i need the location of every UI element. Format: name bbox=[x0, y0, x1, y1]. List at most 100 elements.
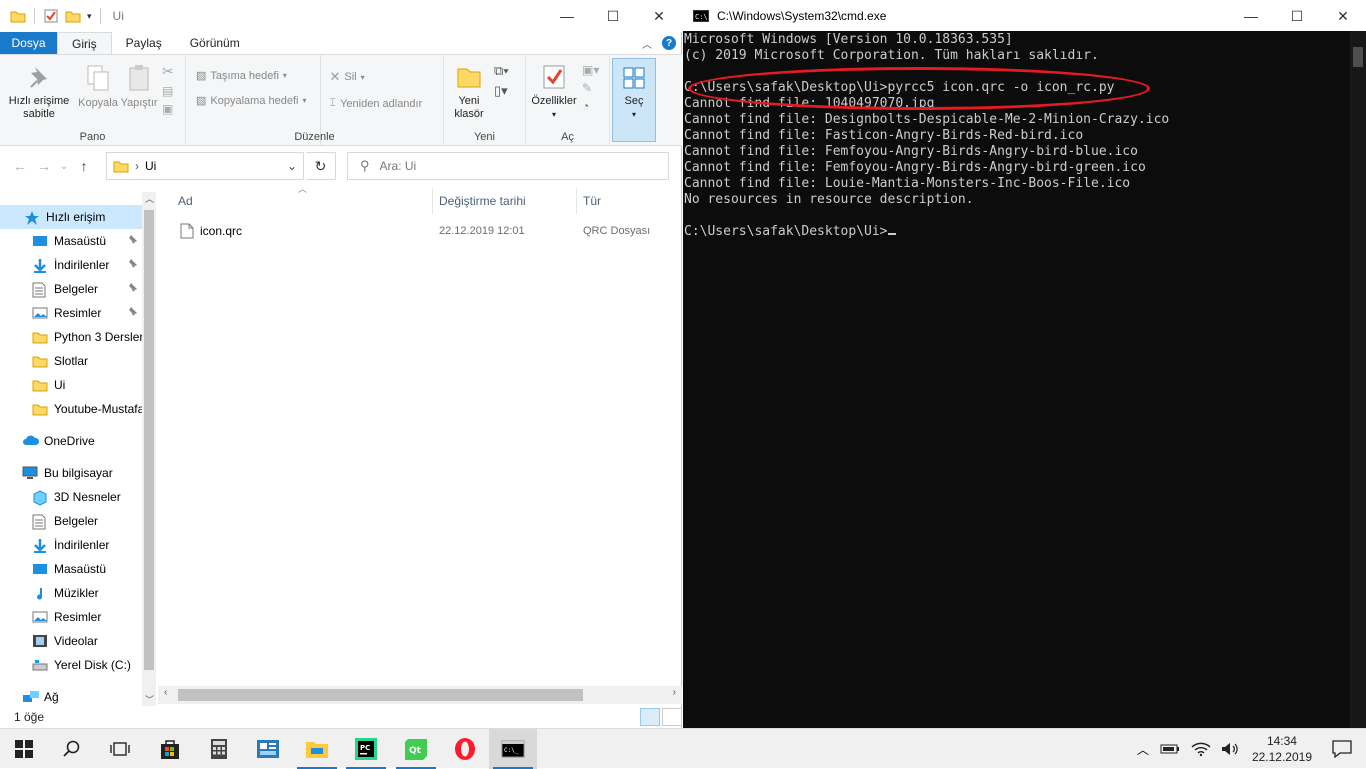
sidebar-item-resimler[interactable]: Resimler bbox=[0, 605, 142, 629]
scroll-thumb[interactable] bbox=[144, 210, 154, 670]
column-date-header[interactable]: Değiştirme tarihi bbox=[439, 186, 526, 216]
battery-icon[interactable] bbox=[1158, 743, 1182, 755]
pycharm-app[interactable]: PC bbox=[342, 729, 390, 769]
sidebar-item-belgeler[interactable]: Belgeler bbox=[0, 509, 142, 533]
column-type-header[interactable]: Tür bbox=[583, 186, 601, 216]
sidebar-item-youtube-mustafa[interactable]: Youtube-Mustafa bbox=[0, 397, 142, 421]
scroll-down-arrow[interactable]: ﹀ bbox=[145, 693, 154, 706]
large-icons-view-button[interactable] bbox=[662, 708, 682, 726]
calculator-app[interactable] bbox=[195, 729, 243, 769]
search-button[interactable] bbox=[48, 729, 96, 769]
help-icon[interactable]: ? bbox=[662, 36, 676, 50]
file-explorer-app[interactable] bbox=[293, 729, 341, 769]
cmd-icon: C:\_ bbox=[501, 740, 525, 758]
opera-app[interactable] bbox=[441, 729, 489, 769]
select-button[interactable]: Seç ▾ bbox=[612, 58, 656, 142]
tab-view[interactable]: Görünüm bbox=[176, 32, 254, 54]
sidebar-item-i-ndirilenler[interactable]: İndirilenler bbox=[0, 253, 142, 277]
sidebar-item-onedrive[interactable]: OneDrive bbox=[0, 429, 142, 453]
horizontal-scroll-thumb[interactable] bbox=[178, 689, 583, 701]
recent-locations-icon[interactable]: ⌄ bbox=[56, 161, 72, 172]
clock[interactable]: 14:34 22.12.2019 bbox=[1252, 733, 1312, 765]
cmd-minimize-button[interactable]: — bbox=[1228, 0, 1274, 32]
sidebar-item-h-zl-eri-im[interactable]: Hızlı erişim bbox=[0, 205, 142, 229]
copy-to-button[interactable]: ▧ Kopyalama hedefi ▾ bbox=[196, 94, 306, 108]
copy-path-icon[interactable]: ▤ bbox=[162, 84, 174, 98]
pinned-app[interactable] bbox=[244, 729, 292, 769]
new-item-icon[interactable]: ⧉▾ bbox=[494, 63, 509, 79]
address-dropdown-icon[interactable]: ⌄ bbox=[287, 159, 297, 173]
column-name-header[interactable]: Ad bbox=[178, 186, 193, 216]
close-button[interactable]: ✕ bbox=[636, 0, 682, 32]
move-to-dropdown-icon: ▾ bbox=[282, 71, 287, 80]
scroll-right-arrow[interactable]: › bbox=[673, 687, 676, 698]
sidebar-item-m-zikler[interactable]: Müzikler bbox=[0, 581, 142, 605]
console-output[interactable]: Microsoft Windows [Version 10.0.18363.53… bbox=[683, 31, 1350, 728]
cmd-maximize-button[interactable]: ☐ bbox=[1274, 0, 1320, 32]
rename-button[interactable]: ⌶ Yeniden adlandır bbox=[329, 97, 422, 110]
address-path[interactable]: Ui bbox=[145, 159, 156, 173]
paste-icon bbox=[129, 65, 149, 91]
folder-icon[interactable] bbox=[10, 9, 26, 23]
sidebar-item-masa-st[interactable]: Masaüstü bbox=[0, 557, 142, 581]
minimize-button[interactable]: — bbox=[544, 0, 590, 32]
store-app[interactable] bbox=[146, 729, 194, 769]
address-bar[interactable]: › Ui ⌄ bbox=[106, 152, 304, 180]
properties-icon[interactable] bbox=[43, 8, 59, 24]
show-hidden-icons-icon[interactable]: ︿ bbox=[1132, 741, 1154, 758]
forward-button[interactable]: → bbox=[32, 158, 56, 174]
sidebar-item-python-3-dersler[interactable]: Python 3 Dersler bbox=[0, 325, 142, 349]
start-button[interactable] bbox=[0, 729, 48, 769]
sidebar-item-ui[interactable]: Ui bbox=[0, 373, 142, 397]
search-box[interactable]: ⚲ Ara: Ui bbox=[347, 152, 669, 180]
task-view-button[interactable] bbox=[96, 729, 144, 769]
tab-file[interactable]: Dosya bbox=[0, 32, 57, 54]
qt-designer-app[interactable]: Qt bbox=[392, 729, 440, 769]
cmd-scroll-thumb[interactable] bbox=[1353, 47, 1363, 67]
refresh-button[interactable]: ↻ bbox=[306, 152, 336, 180]
collapse-ribbon-icon[interactable]: ︿ bbox=[642, 36, 652, 51]
scroll-left-arrow[interactable]: ‹ bbox=[164, 687, 167, 698]
cmd-app[interactable]: C:\_ bbox=[489, 729, 537, 769]
sidebar-item-yerel-disk-c[interactable]: Yerel Disk (C:) bbox=[0, 653, 142, 677]
maximize-button[interactable]: ☐ bbox=[590, 0, 636, 32]
sidebar-scrollbar[interactable]: ︿ ﹀ bbox=[142, 192, 156, 706]
sidebar-item-label: Slotlar bbox=[54, 354, 89, 368]
tab-home[interactable]: Giriş bbox=[57, 32, 112, 54]
app-icon bbox=[257, 740, 279, 758]
console-line: Cannot find file: Louie-Mantia-Monsters-… bbox=[684, 176, 1131, 191]
delete-button[interactable]: ✕ Sil ▾ bbox=[329, 69, 422, 85]
sidebar-item-videolar[interactable]: Videolar bbox=[0, 629, 142, 653]
open-icon[interactable]: ▣▾ bbox=[582, 63, 599, 77]
details-view-button[interactable] bbox=[640, 708, 660, 726]
sidebar-item-3d-nesneler[interactable]: 3D Nesneler bbox=[0, 485, 142, 509]
sidebar-item-a[interactable]: Ağ bbox=[0, 685, 142, 706]
new-folder-icon[interactable] bbox=[65, 9, 81, 23]
sidebar-item-masa-st[interactable]: Masaüstü bbox=[0, 229, 142, 253]
history-icon[interactable]: ◔ bbox=[582, 99, 599, 113]
sidebar-item-resimler[interactable]: Resimler bbox=[0, 301, 142, 325]
volume-icon[interactable] bbox=[1220, 741, 1240, 757]
sidebar-item-slotlar[interactable]: Slotlar bbox=[0, 349, 142, 373]
tab-share[interactable]: Paylaş bbox=[112, 32, 176, 54]
up-button[interactable]: ↑ bbox=[72, 158, 96, 174]
sidebar-item-i-ndirilenler[interactable]: İndirilenler bbox=[0, 533, 142, 557]
sidebar-item-belgeler[interactable]: Belgeler bbox=[0, 277, 142, 301]
move-to-button[interactable]: ▧ Taşıma hedefi ▾ bbox=[196, 69, 306, 83]
edit-icon[interactable]: ✎ bbox=[582, 81, 599, 95]
sidebar-item-label: Python 3 Dersler bbox=[54, 330, 142, 344]
notifications-icon[interactable] bbox=[1332, 740, 1352, 758]
file-name[interactable]: icon.qrc bbox=[200, 224, 440, 238]
scroll-up-arrow[interactable]: ︿ bbox=[145, 192, 154, 205]
file-row[interactable]: icon.qrc 22.12.2019 12:01 QRC Dosyası bbox=[176, 220, 666, 242]
sidebar-item-bu-bilgisayar[interactable]: Bu bilgisayar bbox=[0, 461, 142, 485]
cmd-scrollbar[interactable] bbox=[1350, 31, 1366, 728]
horizontal-scrollbar[interactable]: ‹ › bbox=[158, 686, 682, 704]
wifi-icon[interactable] bbox=[1190, 741, 1212, 757]
paste-shortcut-icon[interactable]: ▣ bbox=[162, 102, 174, 116]
back-button[interactable]: ← bbox=[8, 158, 32, 174]
qat-dropdown-icon[interactable]: ▾ bbox=[87, 11, 92, 22]
easy-access-icon[interactable]: ▯▾ bbox=[494, 83, 509, 99]
cut-icon[interactable]: ✂ bbox=[162, 63, 174, 80]
cmd-close-button[interactable]: ✕ bbox=[1320, 0, 1366, 32]
